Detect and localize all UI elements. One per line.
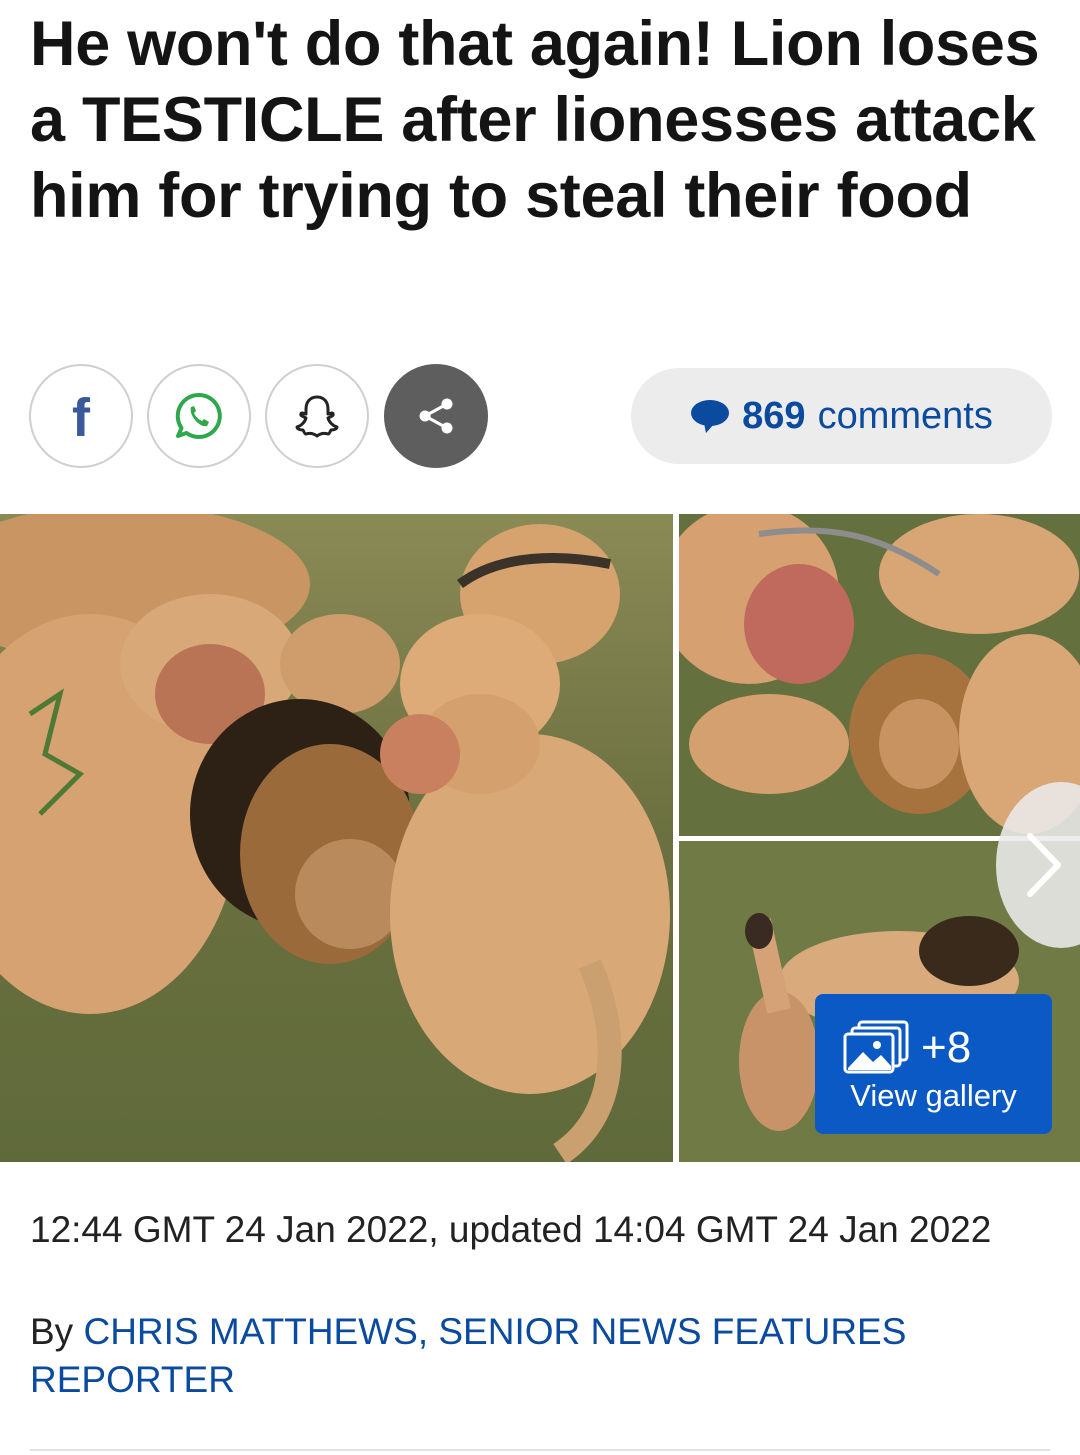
- share-icon: [419, 398, 453, 434]
- gallery-icon: [843, 1020, 909, 1074]
- chevron-right-icon: [1027, 833, 1061, 897]
- snapchat-icon: [295, 395, 339, 438]
- article-headline: He won't do that again! Lion loses a TES…: [30, 9, 1040, 231]
- snapchat-share-button[interactable]: [265, 364, 369, 468]
- more-share-button[interactable]: [384, 364, 488, 468]
- author-link[interactable]: CHRIS MATTHEWS, SENIOR NEWS FEATURES REP…: [30, 1311, 906, 1400]
- lion-attack-photo: [0, 514, 673, 1162]
- main-photo[interactable]: [0, 514, 673, 1162]
- comments-label: comments: [817, 394, 993, 437]
- comments-count: 869: [742, 394, 806, 437]
- gallery-photo-2[interactable]: [679, 514, 1080, 836]
- facebook-icon: f: [72, 388, 90, 448]
- lioness-group-photo: [679, 514, 1080, 836]
- image-gallery: +8 View gallery: [0, 514, 1080, 1162]
- whatsapp-share-button[interactable]: [147, 364, 251, 468]
- whatsapp-icon: [175, 392, 222, 439]
- view-gallery-label: View gallery: [850, 1078, 1017, 1113]
- view-gallery-button[interactable]: +8 View gallery: [815, 994, 1052, 1134]
- share-bar: f 869 comments: [0, 362, 1080, 468]
- article-timestamp: 12:44 GMT 24 Jan 2022, updated 14:04 GMT…: [30, 1209, 992, 1250]
- facebook-share-button[interactable]: f: [29, 364, 133, 468]
- gallery-extra-count: +8: [921, 1023, 972, 1072]
- comment-bubble-icon: [691, 400, 730, 433]
- divider: [30, 1449, 1050, 1451]
- comments-button[interactable]: 869 comments: [631, 368, 1052, 464]
- byline-prefix: By: [30, 1311, 74, 1352]
- article-byline: By CHRIS MATTHEWS, SENIOR NEWS FEATURES …: [30, 1308, 1040, 1404]
